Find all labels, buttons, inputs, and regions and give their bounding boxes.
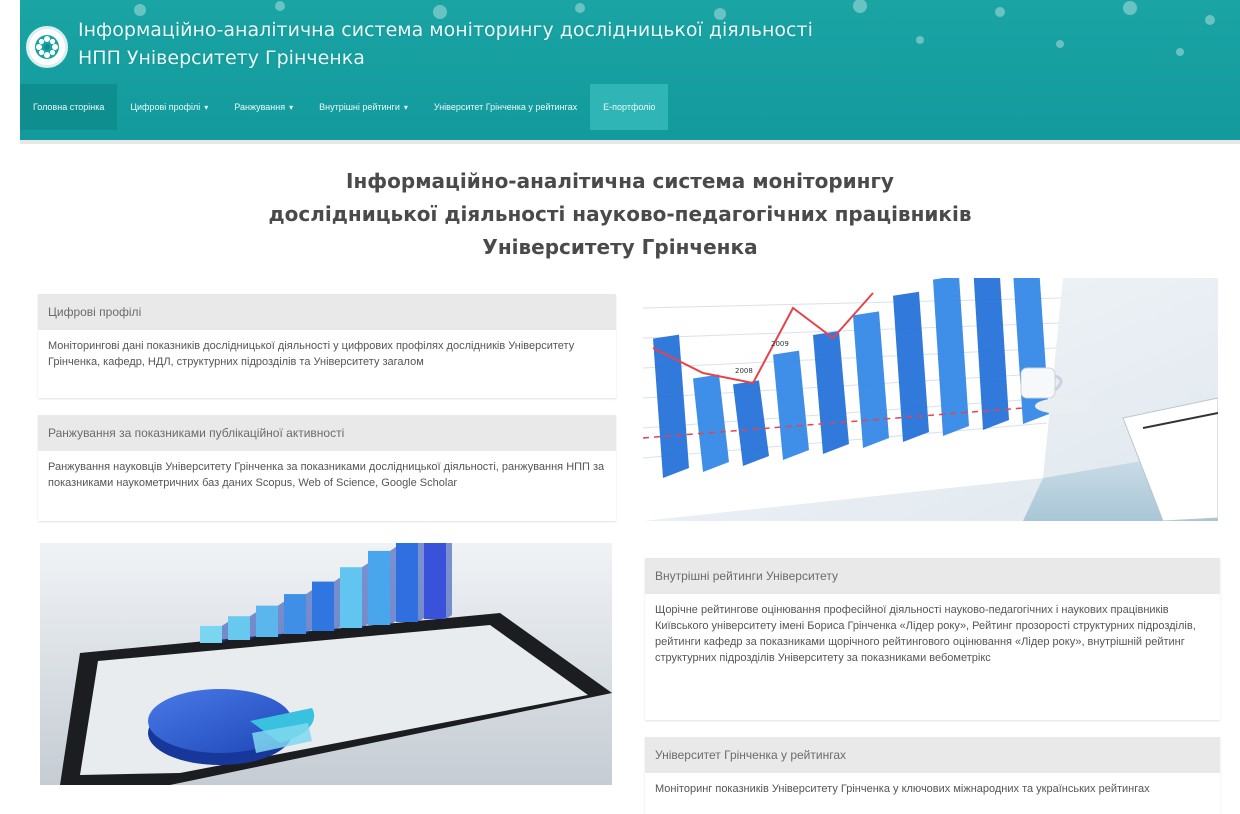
logo-icon[interactable] bbox=[26, 26, 68, 68]
page-title-line3: Університету Грінченка bbox=[482, 235, 758, 259]
site-header: Інформаційно-аналітична система монітори… bbox=[20, 0, 1240, 140]
tablet-chart-bar-side bbox=[390, 546, 396, 625]
tablet-chart-bar-side bbox=[306, 590, 312, 634]
nav-item-digital-profiles[interactable]: Цифрові профілі ▾ bbox=[117, 84, 221, 130]
panel-digital-profiles: Цифрові профілі Моніторингові дані показ… bbox=[38, 294, 616, 398]
tablet-chart-bar bbox=[228, 616, 250, 640]
nav-item-label: Університет Грінченка у рейтингах bbox=[433, 102, 578, 112]
panel-body: Ранжування науковців Університету Грінче… bbox=[48, 461, 605, 489]
panel-ranking: Ранжування за показниками публікаційної … bbox=[38, 415, 616, 521]
panel-title: Внутрішні рейтинги Університету bbox=[655, 569, 838, 583]
tablet-chart-bar-side bbox=[334, 577, 340, 631]
tablet-chart-bar-side bbox=[418, 543, 424, 622]
panel-heading-internal-ratings[interactable]: Внутрішні рейтинги Університету bbox=[645, 558, 1220, 594]
panel-body: Моніторингові дані показників дослідниць… bbox=[48, 340, 575, 368]
panel-body: Моніторинг показників Університету Грінч… bbox=[655, 783, 1150, 795]
laptop-chart-image: 2007 2008 2009 bbox=[643, 278, 1218, 521]
tablet-chart-bar-side bbox=[250, 612, 256, 640]
panel-title: Університет Грінченка у рейтингах bbox=[655, 748, 846, 762]
chart-label: 2007 bbox=[655, 294, 673, 302]
nav-item-ranking[interactable]: Ранжування ▾ bbox=[221, 84, 306, 130]
tablet-chart-illustration bbox=[40, 543, 612, 785]
cup-saucer bbox=[1035, 398, 1091, 414]
page-title: Інформаційно-аналітична система монітори… bbox=[0, 165, 1240, 264]
tablet-chart-bar bbox=[340, 567, 362, 628]
nav-item-home[interactable]: Головна сторінка bbox=[20, 84, 118, 130]
caret-down-icon: ▾ bbox=[204, 102, 209, 112]
tablet-chart-bar bbox=[312, 581, 334, 631]
caret-down-icon: ▾ bbox=[289, 102, 294, 112]
header-divider bbox=[20, 140, 1240, 144]
tablet-chart-bar-side bbox=[278, 601, 284, 637]
site-title-line2: НПП Університету Грінченка bbox=[78, 47, 365, 69]
panel-university-in-ratings: Університет Грінченка у рейтингах Моніто… bbox=[645, 737, 1220, 814]
tablet-chart-image bbox=[40, 543, 612, 785]
nav-item-label: Внутрішні рейтинги bbox=[319, 102, 400, 112]
site-title-line1: Інформаційно-аналітична система монітори… bbox=[78, 19, 813, 41]
tablet-chart-bar bbox=[368, 550, 390, 625]
page-title-line1: Інформаційно-аналітична система монітори… bbox=[346, 169, 894, 193]
caret-down-icon: ▾ bbox=[403, 102, 408, 112]
tablet-chart-bar bbox=[396, 543, 418, 622]
laptop-chart-illustration: 2007 2008 2009 bbox=[643, 278, 1218, 521]
panel-heading-digital-profiles[interactable]: Цифрові профілі bbox=[38, 294, 616, 330]
nav-item-label: Ранжування bbox=[234, 102, 286, 112]
nav-item-label: Е-портфоліо bbox=[603, 102, 656, 112]
tablet-chart-bar bbox=[284, 594, 306, 634]
nav-item-internal-ratings[interactable]: Внутрішні рейтинги ▾ bbox=[306, 84, 421, 130]
panel-body: Щорічне рейтингове оцінювання професійно… bbox=[655, 604, 1196, 664]
nav-item-university-in-ratings[interactable]: Університет Грінченка у рейтингах bbox=[421, 84, 590, 130]
panel-title: Цифрові профілі bbox=[48, 305, 142, 319]
chart-label: 2008 bbox=[735, 367, 753, 375]
nav-item-label: Цифрові профілі bbox=[130, 102, 201, 112]
page-title-line2: дослідницької діяльності науково-педагог… bbox=[268, 202, 972, 226]
tablet-chart-bar bbox=[200, 625, 222, 643]
tablet-chart-bar-side bbox=[362, 563, 368, 628]
panel-heading-university-in-ratings[interactable]: Університет Грінченка у рейтингах bbox=[645, 737, 1220, 773]
main-nav: Головна сторінка Цифрові профілі ▾ Ранжу… bbox=[20, 84, 1240, 130]
nav-item-label: Головна сторінка bbox=[33, 102, 105, 112]
tablet-chart-bar bbox=[424, 543, 446, 619]
chart-label: 2009 bbox=[771, 340, 789, 348]
panel-internal-ratings: Внутрішні рейтинги Університету Щорічне … bbox=[645, 558, 1220, 720]
tablet-chart-bar bbox=[256, 605, 278, 637]
panel-title: Ранжування за показниками публікаційної … bbox=[48, 426, 345, 440]
site-title[interactable]: Інформаційно-аналітична система монітори… bbox=[78, 16, 813, 72]
tablet-chart-bar-side bbox=[446, 543, 452, 619]
panel-heading-ranking[interactable]: Ранжування за показниками публікаційної … bbox=[38, 415, 616, 451]
nav-item-e-portfolio[interactable]: Е-портфоліо bbox=[590, 84, 669, 130]
